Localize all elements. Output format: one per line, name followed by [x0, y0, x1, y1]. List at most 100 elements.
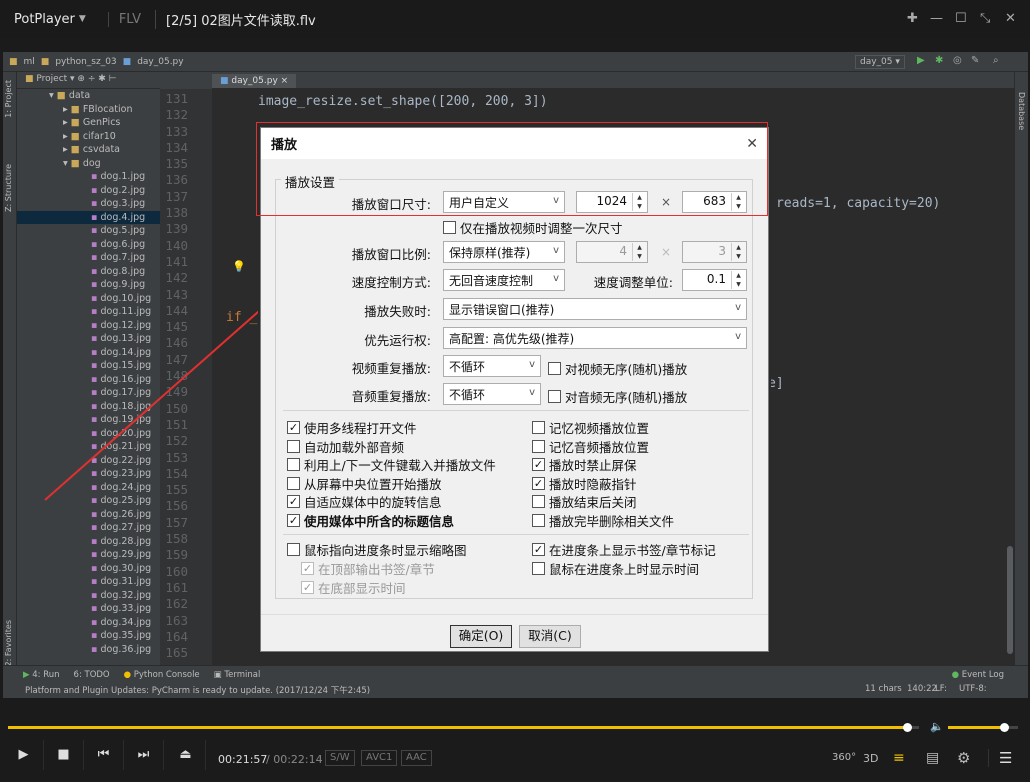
- checkbox-empty-icon: [532, 421, 545, 434]
- right_checks-checkbox-4[interactable]: 播放结束后关闭: [532, 492, 637, 511]
- window-size-label: 播放窗口尺寸:: [351, 197, 431, 212]
- checkbox-label: 记忆视频播放位置: [549, 421, 650, 436]
- play-icon[interactable]: ▶: [4, 740, 44, 770]
- volume-fill: [948, 726, 1004, 729]
- checkbox-label: 播放时隐蔽指针: [549, 476, 637, 492]
- previous-icon[interactable]: ⏮: [84, 740, 124, 770]
- fail-label: 播放失败时:: [364, 304, 431, 319]
- speed-mode-select[interactable]: 无回音速度控制 v: [443, 269, 565, 291]
- spinner-icon[interactable]: ▲ ▼: [731, 193, 745, 211]
- checkbox-checked-icon: ✓: [532, 458, 545, 472]
- checkbox-checked-icon: ✓: [532, 476, 545, 490]
- ratio-label: 播放窗口比例:: [351, 247, 431, 262]
- chevron-down-icon: v: [553, 245, 559, 256]
- right_checks-checkbox-3[interactable]: ✓ 播放时隐蔽指针: [532, 474, 637, 493]
- chapter-icon[interactable]: ▤: [926, 750, 939, 766]
- fail-select[interactable]: 显示错误窗口(推荐) v: [443, 298, 747, 320]
- checkbox-empty-icon: [532, 439, 545, 453]
- audio-random-checkbox[interactable]: 对音频无序(随机)播放: [548, 387, 687, 406]
- close-icon[interactable]: ✕: [746, 136, 758, 152]
- video-random-checkbox[interactable]: 对视频无序(随机)播放: [548, 359, 687, 378]
- checkbox-checked-icon: ✓: [287, 421, 300, 434]
- width-input[interactable]: 1024 ▲ ▼: [576, 191, 648, 213]
- checkbox-label: 播放结束后关闭: [549, 495, 637, 511]
- audio-codec-badge[interactable]: AAC: [401, 750, 432, 766]
- ratio-width-value: 4: [619, 244, 627, 258]
- speed-unit-input[interactable]: 0.1 ▲ ▼: [682, 269, 747, 291]
- left_checks-checkbox-0[interactable]: ✓ 使用多线程打开文件: [287, 418, 417, 437]
- checkbox-label: 在顶部输出书签/章节: [318, 562, 435, 577]
- gear-icon[interactable]: ⚙: [957, 749, 970, 767]
- chevron-down-icon: v: [735, 331, 741, 342]
- current-time: 00:21:57: [218, 753, 268, 766]
- video-codec-badge[interactable]: AVC1: [361, 750, 398, 766]
- checkbox-checked-icon: ✓: [287, 514, 300, 527]
- thumbnail-preview-checkbox[interactable]: 鼠标指向进度条时显示缩略图: [287, 540, 467, 559]
- times-sign: ×: [661, 245, 672, 259]
- player-controls: 🔈 ▶ ■ ⏮ ⏭ ⏏ 00:21:57 / 00:22:14 S/W AVC1…: [0, 716, 1030, 782]
- checkbox-empty-icon: [287, 476, 300, 490]
- ratio-select[interactable]: 保持原样(推荐) v: [443, 241, 565, 263]
- checkbox-label: 自适应媒体中的旋转信息: [304, 495, 442, 511]
- speed-mode-label: 速度控制方式:: [351, 275, 431, 290]
- checkbox-label: 在进度条上显示书签/章节标记: [549, 543, 716, 558]
- checkbox-label: 播放完毕删除相关文件: [549, 514, 675, 529]
- cancel-button[interactable]: 取消(C): [519, 625, 581, 648]
- divider: [283, 410, 749, 411]
- next-icon[interactable]: ⏭: [124, 740, 164, 770]
- checkbox-label: 仅在播放视频时调整一次尺寸: [460, 221, 623, 236]
- checkbox-label: 对音频无序(随机)播放: [565, 390, 688, 405]
- checkbox-empty-icon: [532, 514, 545, 527]
- right_checks-checkbox-0[interactable]: 记忆视频播放位置: [532, 418, 649, 437]
- height-input[interactable]: 683 ▲ ▼: [682, 191, 747, 213]
- menu-icon[interactable]: ☰: [988, 749, 1012, 767]
- group-title: 播放设置: [281, 172, 340, 191]
- video-repeat-select[interactable]: 不循环 v: [443, 355, 541, 377]
- spinner-icon: ▲ ▼: [731, 243, 745, 261]
- hover-time-checkbox[interactable]: 鼠标在进度条上时显示时间: [532, 559, 699, 578]
- 3d-button[interactable]: 3D: [863, 752, 878, 765]
- checkbox-empty-icon: [287, 439, 300, 453]
- seek-thumb[interactable]: [903, 723, 913, 732]
- ok-button[interactable]: 确定(O): [450, 625, 512, 648]
- playlist-search-icon[interactable]: ≡: [893, 750, 905, 766]
- left_checks-checkbox-4[interactable]: ✓ 自适应媒体中的旋转信息: [287, 492, 442, 511]
- priority-select[interactable]: 高配置: 高优先级(推荐) v: [443, 327, 747, 349]
- decoder-badge[interactable]: S/W: [325, 750, 355, 766]
- dialog-footer: [261, 614, 768, 651]
- stop-icon[interactable]: ■: [44, 740, 84, 770]
- dialog-title: 播放: [271, 138, 298, 153]
- spinner-icon[interactable]: ▲ ▼: [731, 271, 745, 289]
- checkbox-label: 使用多线程打开文件: [304, 421, 417, 436]
- left_checks-checkbox-3[interactable]: 从屏幕中央位置开始播放: [287, 474, 442, 493]
- checkbox-empty-icon: [532, 495, 545, 509]
- right_checks-checkbox-1[interactable]: 记忆音频播放位置: [532, 437, 649, 456]
- chevron-down-icon: v: [735, 302, 741, 313]
- checkbox-label: 对视频无序(随机)播放: [565, 362, 688, 377]
- checkbox-label: 在底部显示时间: [318, 581, 406, 596]
- window-size-select[interactable]: 用户自定义 v: [443, 191, 565, 213]
- checkbox-label: 记忆音频播放位置: [549, 439, 650, 455]
- top-bookmark-checkbox: ✓ 在顶部输出书签/章节: [301, 559, 435, 578]
- volume-icon[interactable]: 🔈: [930, 720, 944, 733]
- volume-thumb[interactable]: [1000, 723, 1009, 732]
- checkbox-label: 利用上/下一文件键载入并播放文件: [304, 458, 496, 474]
- right_checks-checkbox-5[interactable]: 播放完毕删除相关文件: [532, 511, 674, 530]
- spinner-icon: ▲ ▼: [632, 243, 646, 261]
- resize-once-checkbox[interactable]: 仅在播放视频时调整一次尺寸: [443, 218, 623, 237]
- spinner-icon[interactable]: ▲ ▼: [632, 193, 646, 211]
- left_checks-checkbox-5[interactable]: ✓ 使用媒体中所含的标题信息: [287, 511, 454, 530]
- eject-icon[interactable]: ⏏: [166, 740, 206, 770]
- checkbox-checked-icon: ✓: [287, 495, 300, 509]
- chevron-down-icon: v: [529, 387, 535, 398]
- audio-repeat-select[interactable]: 不循环 v: [443, 383, 541, 405]
- ratio-height-input: 3 ▲ ▼: [682, 241, 747, 263]
- left_checks-checkbox-1[interactable]: 自动加载外部音频: [287, 437, 404, 456]
- bookmark-marks-checkbox[interactable]: ✓ 在进度条上显示书签/章节标记: [532, 540, 716, 559]
- seek-bar-fill: [8, 726, 908, 729]
- right_checks-checkbox-2[interactable]: ✓ 播放时禁止屏保: [532, 455, 637, 474]
- left_checks-checkbox-2[interactable]: 利用上/下一文件键载入并播放文件: [287, 455, 496, 474]
- divider: [283, 534, 749, 535]
- speed-unit-value: 0.1: [706, 272, 726, 286]
- vr-360-button[interactable]: 360°: [832, 752, 856, 763]
